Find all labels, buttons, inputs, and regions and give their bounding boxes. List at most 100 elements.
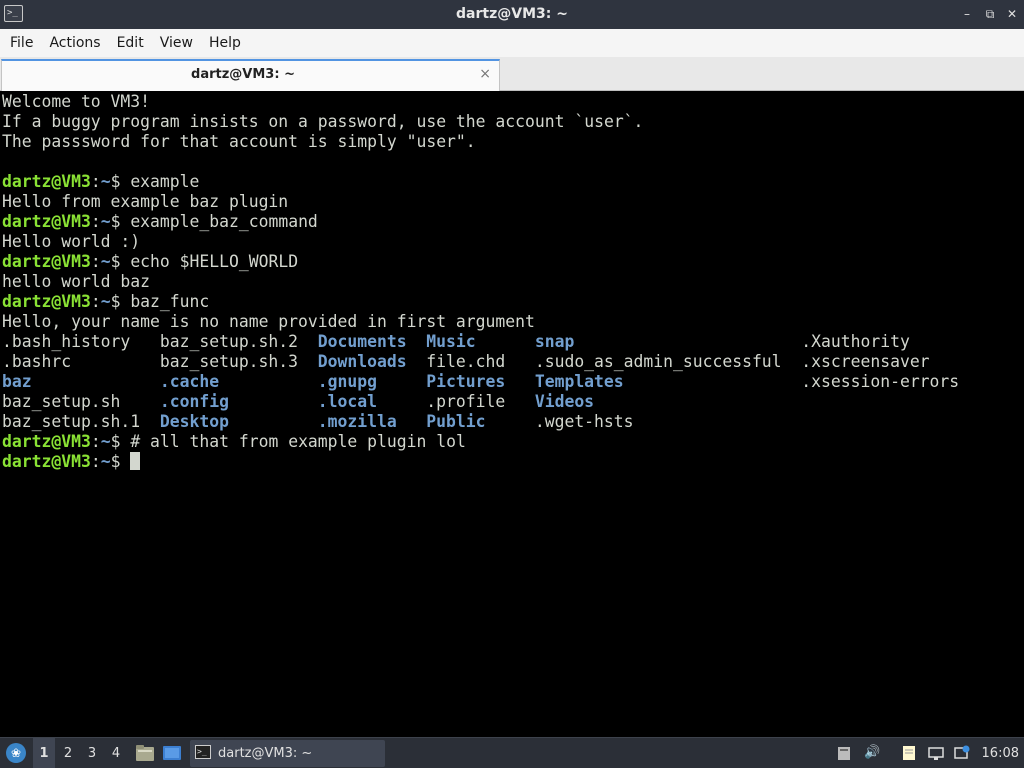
ls-file: .xscreensaver <box>801 352 930 371</box>
tab-close-icon[interactable]: × <box>479 64 491 84</box>
taskbar: ❀ 1 2 3 4 >_ dartz@VM3: ~ 🔊 16:08 <box>0 737 1024 768</box>
ls-file: .wget-hsts <box>534 412 634 431</box>
ls-directory: .cache <box>159 372 220 391</box>
terminal-line: Hello from example baz plugin <box>2 192 289 211</box>
ls-row: baz_setup.sh .config .local .profile Videos <box>2 392 1008 412</box>
workspace-4[interactable]: 4 <box>105 738 127 768</box>
ls-directory: .local <box>317 392 377 411</box>
terminal-line: The passsword for that account is simply… <box>2 132 476 151</box>
ls-directory: Pictures <box>426 372 506 391</box>
ls-directory: Videos <box>534 392 595 411</box>
notes-icon[interactable] <box>901 745 917 761</box>
workspace-3[interactable]: 3 <box>81 738 103 768</box>
taskbar-task-terminal[interactable]: >_ dartz@VM3: ~ <box>190 740 385 767</box>
prompt-path: ~ <box>100 172 111 191</box>
terminal-line: hello world baz <box>2 272 151 291</box>
minimize-button[interactable]: – <box>958 5 976 23</box>
volume-icon[interactable]: 🔊 <box>864 745 880 761</box>
menu-view[interactable]: View <box>152 29 201 57</box>
network-icon[interactable] <box>928 745 944 761</box>
terminal-scrollbar[interactable] <box>1010 91 1024 737</box>
ls-file: baz_setup.sh.1 <box>2 412 141 431</box>
prompt-symbol: $ <box>110 252 131 271</box>
prompt-line: dartz@VM3:~$ baz_func <box>2 292 1008 312</box>
ls-row: baz .cache .gnupg Pictures Templates .xsessio… <box>2 372 1008 392</box>
ls-file: .profile <box>426 392 506 411</box>
prompt-separator: : <box>90 452 101 471</box>
command-text: example <box>130 172 200 191</box>
show-desktop-icon[interactable] <box>162 744 182 762</box>
clock: 16:08 <box>981 746 1019 761</box>
ls-file: baz_setup.sh <box>2 392 121 411</box>
ls-file: .bashrc <box>2 352 72 371</box>
prompt-separator: : <box>90 172 101 191</box>
ls-file: .sudo_as_admin_successful <box>534 352 782 371</box>
terminal-output: Welcome to VM3! If a buggy program insist… <box>2 92 1008 472</box>
terminal-area[interactable]: Welcome to VM3! If a buggy program insist… <box>0 91 1024 737</box>
command-text: example_baz_command <box>130 212 318 231</box>
command-text: echo $HELLO_WORLD <box>130 252 299 271</box>
prompt-line: dartz@VM3:~$ echo $HELLO_WORLD <box>2 252 1008 272</box>
ls-file: file.chd <box>426 352 506 371</box>
ls-directory: Downloads <box>317 352 407 371</box>
prompt-path: ~ <box>100 452 111 471</box>
window-title: dartz@VM3: ~ <box>456 6 568 22</box>
prompt-user: dartz@VM3 <box>2 212 91 231</box>
maximize-button[interactable]: ⧉ <box>981 5 999 23</box>
prompt-separator: : <box>90 292 101 311</box>
prompt-user: dartz@VM3 <box>2 432 91 451</box>
menu-bar: File Actions Edit View Help <box>0 29 1024 57</box>
terminal-cursor <box>130 452 141 470</box>
ls-file: .Xauthority <box>801 332 910 351</box>
ls-directory: .mozilla <box>317 412 397 431</box>
menu-edit[interactable]: Edit <box>109 29 152 57</box>
ls-directory: Music <box>426 332 476 351</box>
prompt-line: dartz@VM3:~$ <box>2 452 1008 472</box>
ls-directory: Desktop <box>159 412 229 431</box>
ls-directory: Documents <box>317 332 407 351</box>
clipboard-icon[interactable] <box>836 745 852 761</box>
lxqt-menu-icon[interactable]: ❀ <box>6 743 26 763</box>
ls-file: baz_setup.sh.3 <box>159 352 299 371</box>
ls-row: baz_setup.sh.1 Desktop .mozilla Public .wget… <box>2 412 1008 432</box>
prompt-path: ~ <box>100 252 111 271</box>
ls-directory: Templates <box>534 372 624 391</box>
updates-icon[interactable] <box>954 745 970 761</box>
prompt-line: dartz@VM3:~$ example_baz_command <box>2 212 1008 232</box>
window-titlebar: >_ dartz@VM3: ~ – ⧉ ✕ <box>0 0 1024 29</box>
ls-directory: .gnupg <box>317 372 377 391</box>
tab-bar: dartz@VM3: ~ × <box>0 57 1024 91</box>
tab-terminal[interactable]: dartz@VM3: ~ × <box>1 59 500 91</box>
close-button[interactable]: ✕ <box>1003 5 1021 23</box>
prompt-path: ~ <box>100 212 111 231</box>
prompt-user: dartz@VM3 <box>2 452 91 471</box>
prompt-symbol: $ <box>110 212 131 231</box>
prompt-symbol: $ <box>110 432 131 451</box>
prompt-user: dartz@VM3 <box>2 172 91 191</box>
workspace-2[interactable]: 2 <box>57 738 79 768</box>
menu-actions[interactable]: Actions <box>41 29 108 57</box>
workspace-1[interactable]: 1 <box>33 738 55 768</box>
ls-directory: snap <box>534 332 575 351</box>
prompt-symbol: $ <box>110 172 131 191</box>
ls-file: .bash_history <box>2 332 131 351</box>
ls-row: .bash_history baz_setup.sh.2 Documents Musi… <box>2 332 1008 352</box>
task-label: dartz@VM3: ~ <box>218 746 313 761</box>
prompt-symbol: $ <box>110 452 131 471</box>
terminal-icon: >_ <box>195 745 211 759</box>
prompt-path: ~ <box>100 432 111 451</box>
prompt-separator: : <box>90 432 101 451</box>
prompt-path: ~ <box>100 292 111 311</box>
ls-file: .xsession-errors <box>801 372 960 391</box>
prompt-user: dartz@VM3 <box>2 252 91 271</box>
ls-file: baz_setup.sh.2 <box>159 332 299 351</box>
prompt-separator: : <box>90 252 101 271</box>
terminal-line: Welcome to VM3! <box>2 92 151 111</box>
menu-file[interactable]: File <box>2 29 41 57</box>
prompt-line: dartz@VM3:~$ example <box>2 172 1008 192</box>
file-manager-icon[interactable] <box>135 744 155 762</box>
menu-help[interactable]: Help <box>201 29 249 57</box>
command-text: # all that from example plugin lol <box>130 432 466 451</box>
terminal-line: If a buggy program insists on a password… <box>2 112 644 131</box>
